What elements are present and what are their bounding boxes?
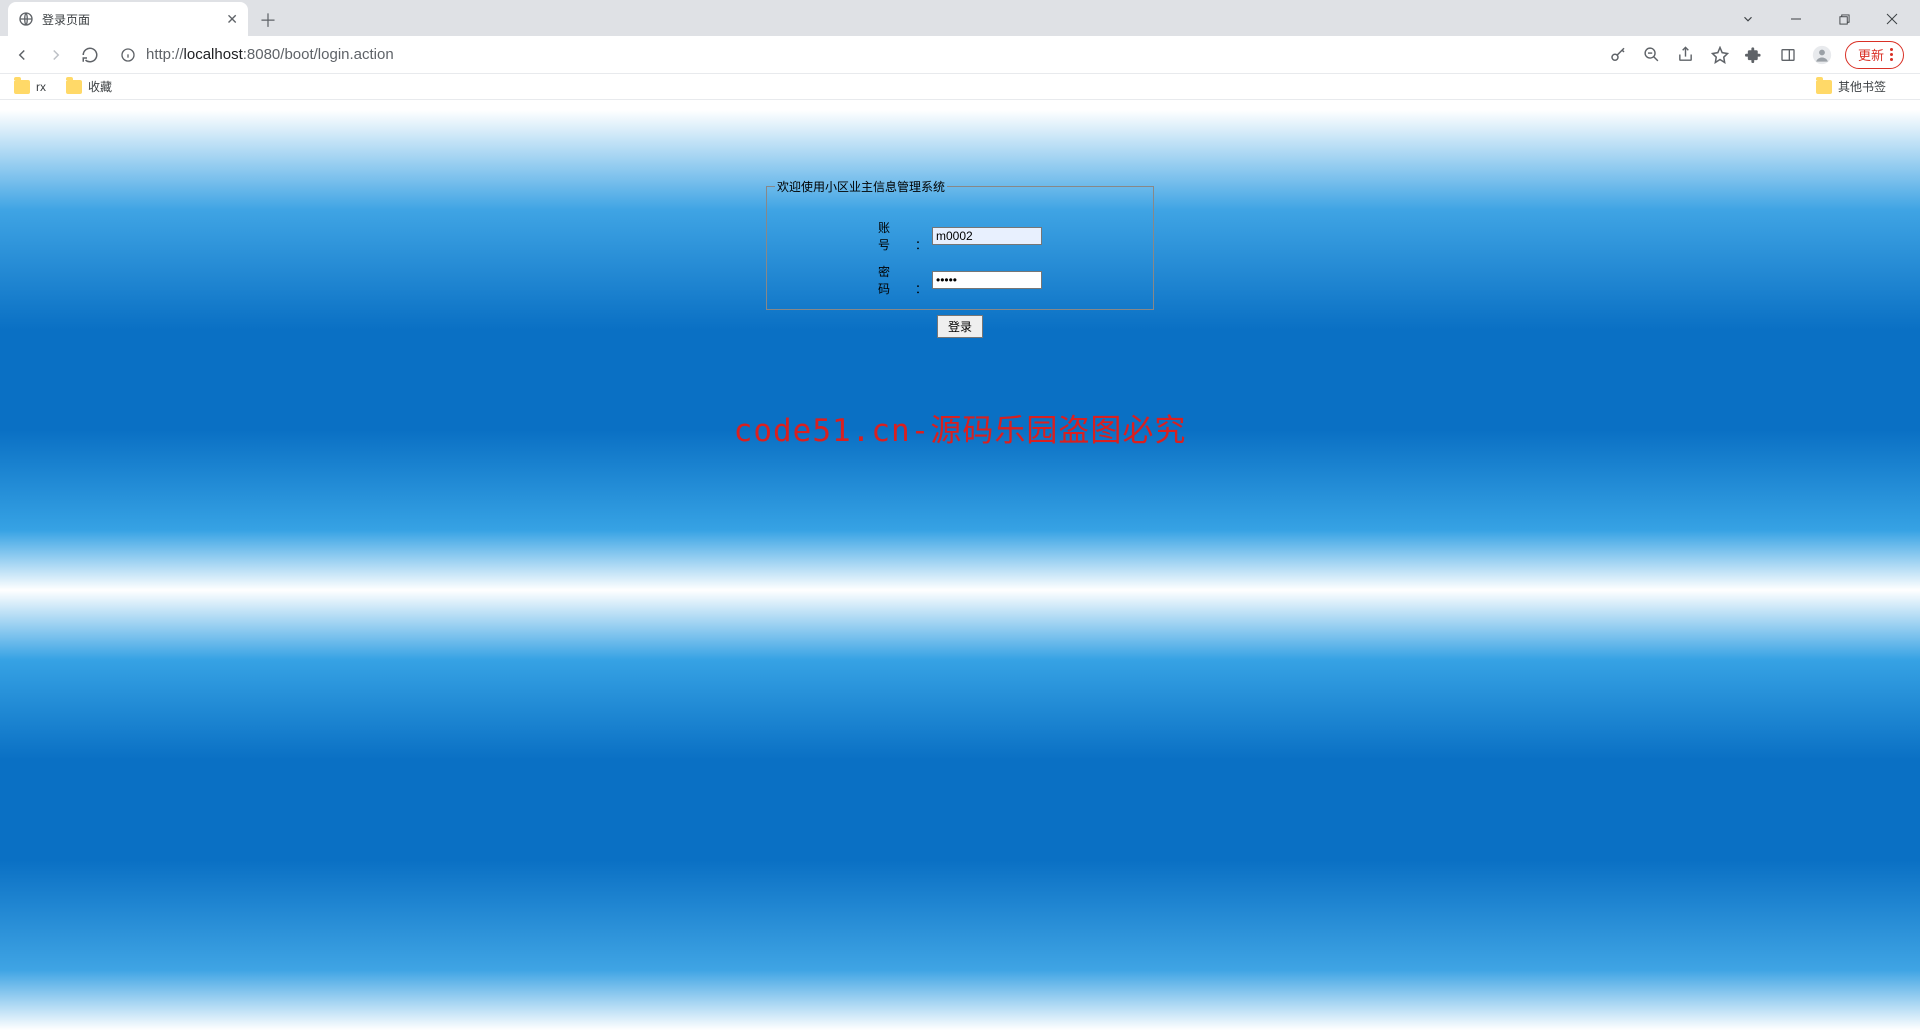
- page-content: 欢迎使用小区业主信息管理系统 账 号： 密 码： 登录 code51.cn-源码…: [0, 100, 1920, 1030]
- chevron-down-icon[interactable]: [1726, 4, 1770, 34]
- folder-icon: [14, 80, 30, 94]
- profile-icon[interactable]: [1811, 44, 1833, 66]
- minimize-icon[interactable]: [1774, 4, 1818, 34]
- kebab-icon: [1890, 48, 1893, 61]
- account-row: 账 号：: [767, 219, 1153, 253]
- bookmark-rx[interactable]: rx: [14, 80, 46, 94]
- login-button[interactable]: 登录: [937, 315, 983, 338]
- forward-button[interactable]: [42, 41, 70, 69]
- side-panel-icon[interactable]: [1777, 44, 1799, 66]
- watermark-text: code51.cn-源码乐园盗图必究: [734, 405, 1187, 450]
- window-controls: [1726, 2, 1920, 36]
- new-tab-button[interactable]: ＋: [254, 6, 282, 34]
- browser-chrome: 登录页面 ✕ ＋ http://localhost:8080/boot/logi…: [0, 0, 1920, 100]
- submit-row: 登录: [767, 315, 1153, 338]
- url-field[interactable]: http://localhost:8080/boot/login.action: [110, 40, 1601, 70]
- extensions-icon[interactable]: [1743, 44, 1765, 66]
- share-icon[interactable]: [1675, 44, 1697, 66]
- star-icon[interactable]: [1709, 44, 1731, 66]
- tab-bar: 登录页面 ✕ ＋: [0, 0, 1920, 36]
- back-button[interactable]: [8, 41, 36, 69]
- folder-icon: [66, 80, 82, 94]
- window-close-icon[interactable]: [1870, 4, 1914, 34]
- password-input[interactable]: [932, 271, 1042, 289]
- account-input[interactable]: [932, 227, 1042, 245]
- bookmark-fav[interactable]: 收藏: [66, 78, 112, 95]
- reload-button[interactable]: [76, 41, 104, 69]
- url-text: http://localhost:8080/boot/login.action: [146, 46, 394, 63]
- close-icon[interactable]: ✕: [226, 11, 238, 28]
- password-label: 密 码：: [878, 263, 928, 297]
- info-icon[interactable]: [120, 47, 136, 63]
- toolbar-right: 更新: [1607, 41, 1912, 69]
- folder-icon: [1816, 80, 1832, 94]
- login-fieldset: 欢迎使用小区业主信息管理系统 账 号： 密 码： 登录: [766, 178, 1154, 310]
- account-label: 账 号：: [878, 219, 928, 253]
- key-icon[interactable]: [1607, 44, 1629, 66]
- zoom-icon[interactable]: [1641, 44, 1663, 66]
- bookmark-other[interactable]: 其他书签: [1816, 78, 1886, 95]
- globe-icon: [18, 11, 34, 27]
- password-row: 密 码：: [767, 263, 1153, 297]
- browser-tab[interactable]: 登录页面 ✕: [8, 2, 248, 36]
- update-button[interactable]: 更新: [1845, 41, 1904, 69]
- maximize-icon[interactable]: [1822, 4, 1866, 34]
- address-bar: http://localhost:8080/boot/login.action …: [0, 36, 1920, 74]
- tab-title: 登录页面: [42, 11, 218, 28]
- update-label: 更新: [1858, 45, 1884, 64]
- login-legend: 欢迎使用小区业主信息管理系统: [775, 178, 947, 195]
- bookmark-bar: rx 收藏 其他书签: [0, 74, 1920, 100]
